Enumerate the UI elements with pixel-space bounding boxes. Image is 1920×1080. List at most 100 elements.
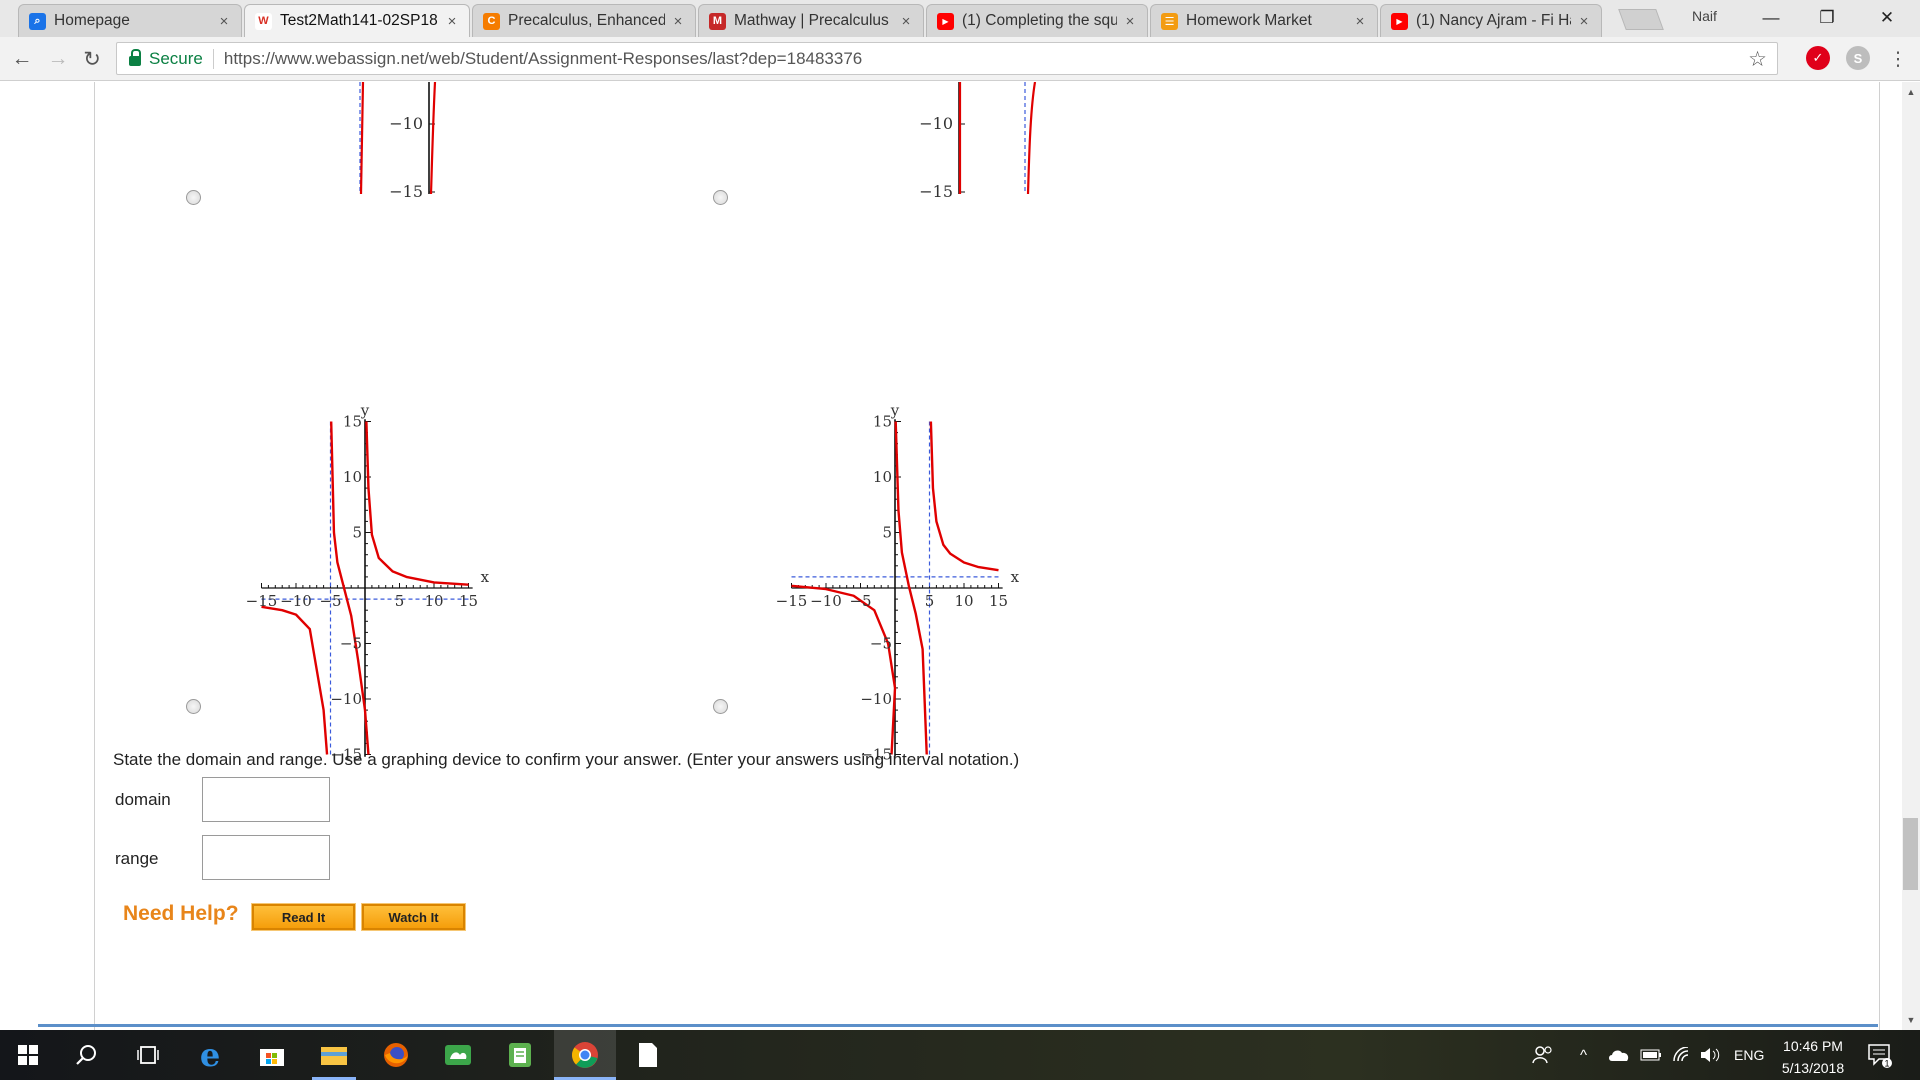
read-it-button[interactable]: Read It bbox=[251, 903, 356, 931]
cengage-icon: C bbox=[483, 12, 500, 30]
tab-title: Homepage bbox=[54, 12, 130, 29]
y-axis-label: y bbox=[890, 402, 900, 420]
y-tick-label: 15 bbox=[343, 413, 362, 431]
y-tick-label: 5 bbox=[352, 524, 362, 542]
x-tick-label: 5 bbox=[395, 592, 405, 610]
tab-mathway[interactable]: M Mathway | Precalculus P × bbox=[698, 4, 924, 37]
tab-homework-market[interactable]: ☰ Homework Market × bbox=[1150, 4, 1378, 37]
x-tick-label: −10 bbox=[810, 592, 842, 610]
tab-title: Precalculus, Enhanced W bbox=[508, 12, 665, 29]
action-center-icon[interactable]: 1 bbox=[1866, 1030, 1892, 1080]
clock-date: 5/13/2018 bbox=[1781, 1060, 1845, 1076]
lock-icon bbox=[129, 48, 141, 66]
scrollbar-thumb[interactable] bbox=[1903, 818, 1918, 890]
graph-top-left: −10 −15 bbox=[359, 82, 437, 201]
tab-completing-square[interactable]: ▶ (1) Completing the squ × bbox=[926, 4, 1148, 37]
url-text[interactable]: https://www.webassign.net/web/Student/As… bbox=[224, 49, 862, 69]
close-tab-icon[interactable]: × bbox=[671, 13, 685, 30]
minimize-button[interactable]: — bbox=[1748, 3, 1794, 33]
tab-title: Mathway | Precalculus P bbox=[734, 12, 893, 29]
curve-branch bbox=[929, 421, 999, 572]
bookmark-star-icon[interactable]: ☆ bbox=[1748, 47, 1767, 72]
answer-radio-a[interactable] bbox=[186, 190, 201, 205]
close-tab-icon[interactable]: × bbox=[217, 13, 231, 30]
app-green-icon[interactable] bbox=[430, 1030, 486, 1080]
x-tick-label: 5 bbox=[925, 592, 935, 610]
x-axis-label: x bbox=[1011, 568, 1020, 586]
scroll-down-arrow[interactable]: ▼ bbox=[1902, 1012, 1920, 1028]
x-tick-label: 10 bbox=[424, 592, 443, 610]
youtube-icon: ▶ bbox=[1391, 12, 1408, 30]
domain-input[interactable] bbox=[202, 777, 330, 822]
extension-s-icon[interactable]: S bbox=[1846, 46, 1870, 70]
people-icon[interactable] bbox=[1532, 1030, 1552, 1080]
x-tick-label: 15 bbox=[459, 592, 478, 610]
divider bbox=[212, 48, 214, 69]
need-help-label: Need Help? bbox=[123, 902, 239, 925]
show-hidden-icons-chevron-icon[interactable]: ^ bbox=[1580, 1030, 1587, 1080]
answer-radio-d[interactable] bbox=[713, 699, 728, 714]
file-explorer-icon[interactable] bbox=[306, 1030, 362, 1080]
close-window-button[interactable]: ✕ bbox=[1864, 3, 1910, 33]
tab-test2math[interactable]: W Test2Math141-02SP18 × bbox=[244, 4, 470, 37]
chrome-menu-icon[interactable]: ⋮ bbox=[1884, 45, 1912, 73]
battery-icon bbox=[1640, 1030, 1662, 1080]
search-icon[interactable] bbox=[58, 1030, 114, 1080]
close-tab-icon[interactable]: × bbox=[1123, 13, 1137, 30]
tab-title: (1) Nancy Ajram - Fi Ha bbox=[1416, 12, 1571, 29]
y-tick-label: 10 bbox=[873, 468, 892, 486]
close-tab-icon[interactable]: × bbox=[1353, 13, 1367, 30]
y-tick-label: −15 bbox=[919, 182, 953, 201]
store-icon[interactable] bbox=[244, 1030, 300, 1080]
chrome-taskbar-icon[interactable] bbox=[554, 1030, 616, 1080]
tab-precalculus[interactable]: C Precalculus, Enhanced W × bbox=[472, 4, 696, 37]
notepad-app-icon[interactable] bbox=[492, 1030, 548, 1080]
tab-homepage[interactable]: ⌕ Homepage × bbox=[18, 4, 242, 37]
reload-button[interactable]: ↻ bbox=[78, 45, 106, 73]
restore-button[interactable]: ❐ bbox=[1804, 3, 1850, 33]
answer-radio-b[interactable] bbox=[713, 190, 728, 205]
x-tick-label: −15 bbox=[246, 592, 278, 610]
x-tick-label: −15 bbox=[776, 592, 808, 610]
y-tick-label: −15 bbox=[389, 182, 423, 201]
extension-red-icon[interactable]: ✓ bbox=[1806, 46, 1830, 70]
tab-nancy-ajram[interactable]: ▶ (1) Nancy Ajram - Fi Ha × bbox=[1380, 4, 1602, 37]
close-tab-icon[interactable]: × bbox=[899, 13, 913, 30]
graph-option-c: −15 −10 −5 5 10 1515105−5−10−15xy bbox=[246, 402, 490, 764]
y-tick-label: −5 bbox=[340, 635, 362, 653]
task-view-icon[interactable] bbox=[120, 1030, 176, 1080]
edge-browser-icon[interactable]: e bbox=[182, 1030, 238, 1080]
webassign-icon: W bbox=[255, 12, 272, 30]
x-tick-label: 15 bbox=[989, 592, 1008, 610]
curve-branch bbox=[365, 421, 469, 586]
wifi-icon[interactable] bbox=[1672, 1030, 1692, 1080]
scroll-up-arrow[interactable]: ▲ bbox=[1902, 84, 1920, 100]
close-tab-icon[interactable]: × bbox=[445, 13, 459, 30]
y-tick-label: −10 bbox=[330, 690, 362, 708]
notification-count: 1 bbox=[1884, 1059, 1889, 1069]
language-indicator[interactable]: ENG bbox=[1734, 1030, 1764, 1080]
mathway-icon: M bbox=[709, 12, 726, 30]
back-button[interactable]: ← bbox=[8, 45, 36, 73]
firefox-icon[interactable] bbox=[368, 1030, 424, 1080]
system-clock[interactable]: 10:46 PM 5/13/2018 bbox=[1768, 1035, 1858, 1079]
range-input[interactable] bbox=[202, 835, 330, 880]
answer-radio-c[interactable] bbox=[186, 699, 201, 714]
graph-option-d: −15 −10 −5 5 10 1515105−5−10−15xy bbox=[776, 402, 1020, 764]
volume-icon[interactable] bbox=[1700, 1030, 1722, 1080]
page-content: −10 −15 −10 −15 −15 −10 −5 5 10 15 15 10 5 −5 −10−… bbox=[0, 82, 1902, 1030]
tab-title: Homework Market bbox=[1186, 12, 1312, 29]
curve-branch bbox=[359, 82, 365, 195]
onedrive-cloud-icon[interactable] bbox=[1608, 1030, 1630, 1080]
new-tab-button[interactable] bbox=[1618, 9, 1664, 30]
windows-start-icon[interactable] bbox=[0, 1030, 56, 1080]
forward-button[interactable]: → bbox=[44, 45, 72, 73]
youtube-icon: ▶ bbox=[937, 12, 954, 30]
y-tick-label: −10 bbox=[860, 690, 892, 708]
watch-it-button[interactable]: Watch It bbox=[361, 903, 466, 931]
close-tab-icon[interactable]: × bbox=[1577, 13, 1591, 30]
profile-name[interactable]: Naif bbox=[1692, 8, 1717, 24]
address-bar[interactable]: Secure https://www.webassign.net/web/Stu… bbox=[116, 42, 1778, 75]
blank-document-icon[interactable] bbox=[620, 1030, 676, 1080]
y-tick-label: −5 bbox=[870, 635, 892, 653]
